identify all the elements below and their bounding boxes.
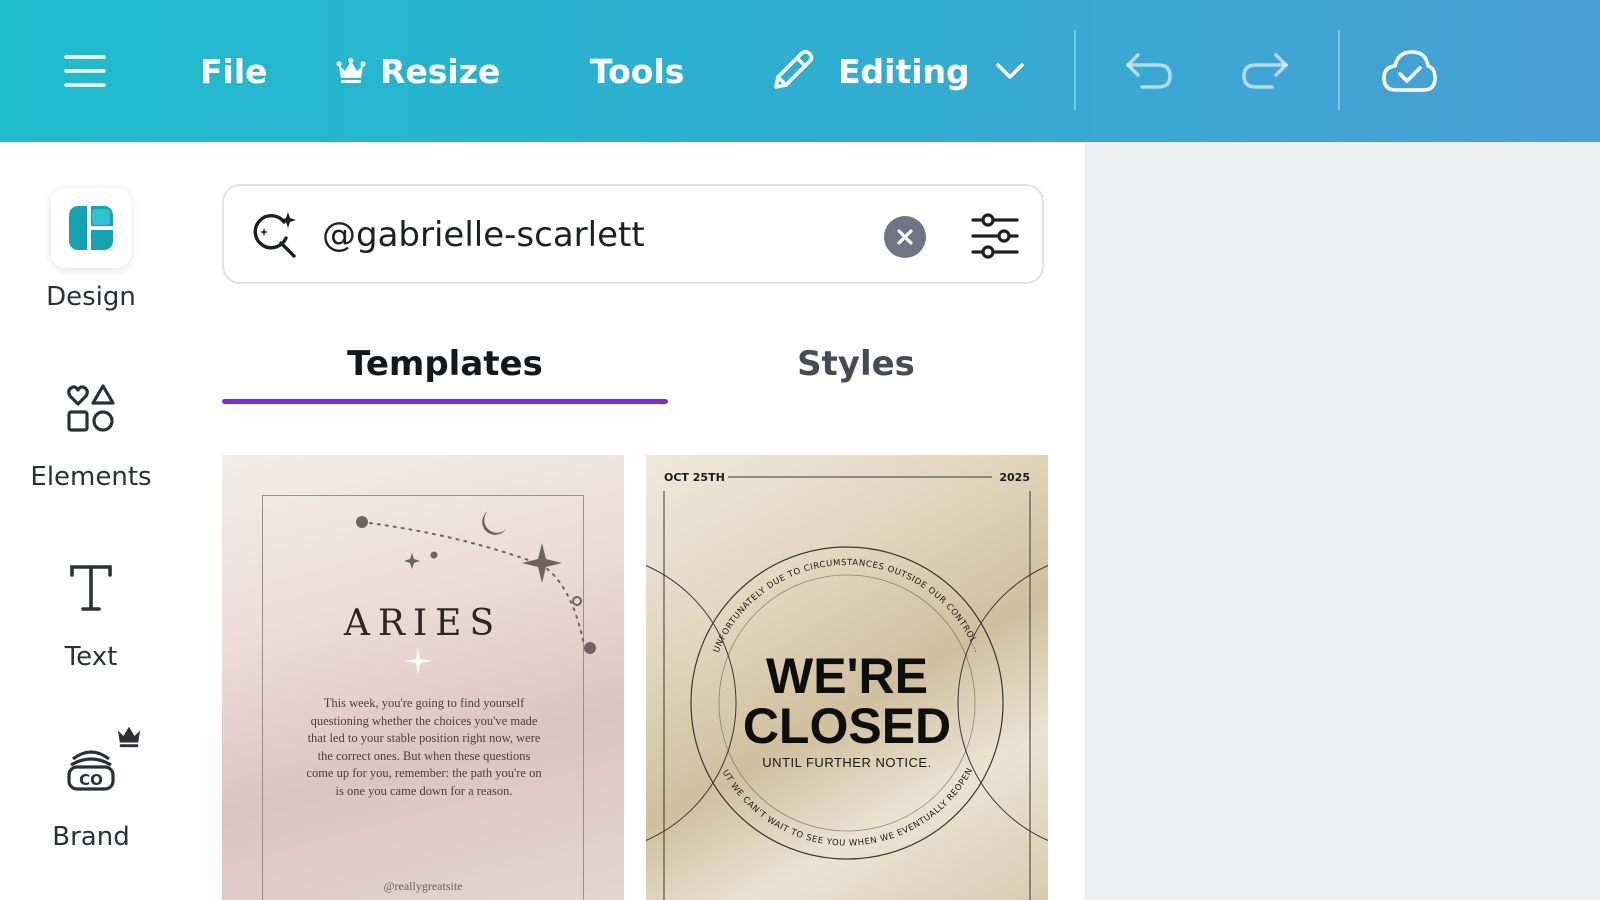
tab-templates[interactable]: Templates — [222, 322, 668, 406]
redo-button[interactable] — [1240, 0, 1290, 142]
menu-button[interactable] — [64, 0, 116, 142]
sidebar-item-label: Design — [46, 282, 136, 312]
template-card-closed[interactable]: UNFORTUNATELY DUE TO CIRCUMSTANCES OUTSI… — [646, 455, 1048, 900]
template-subline: UNTIL FURTHER NOTICE. — [762, 755, 932, 770]
active-tab-indicator — [222, 399, 668, 404]
arc-top-text: UNFORTUNATELY DUE TO CIRCUMSTANCES OUTSI… — [712, 558, 982, 654]
tools-menu-button[interactable]: Tools — [590, 0, 684, 142]
filter-sliders-icon — [970, 212, 1020, 260]
resize-label: Resize — [380, 51, 501, 91]
editing-label: Editing — [838, 51, 970, 91]
sidebar-item-elements[interactable]: Elements — [0, 368, 182, 492]
design-icon-container — [51, 188, 131, 268]
file-label: File — [200, 51, 268, 91]
redo-icon — [1240, 51, 1290, 91]
headline-line-1: WE'RE — [766, 648, 928, 704]
template-body-text: This week, you're going to find yourself… — [306, 696, 542, 798]
text-icon — [68, 563, 114, 613]
resize-button[interactable]: Resize — [336, 0, 500, 142]
clear-search-button[interactable] — [884, 216, 926, 258]
search-input[interactable] — [322, 208, 852, 262]
template-card-aries[interactable]: ARIES This week, you're going to find yo… — [222, 455, 624, 900]
pencil-icon — [768, 47, 816, 95]
template-handle: @reallygreatsite — [383, 879, 463, 893]
constellation-decoration — [356, 511, 596, 675]
toolbar-divider — [1338, 30, 1340, 110]
undo-icon — [1124, 51, 1174, 91]
chevron-down-icon — [994, 61, 1026, 81]
sidebar-item-text[interactable]: Text — [0, 548, 182, 672]
clear-icon — [896, 228, 914, 246]
svg-text:CO: CO — [79, 771, 103, 789]
toolbar-divider — [1074, 30, 1076, 110]
canvas-area[interactable] — [1086, 142, 1600, 900]
crown-icon — [115, 724, 143, 748]
cloud-check-icon — [1380, 48, 1438, 94]
svg-text:UNFORTUNATELY DUE TO CIRCUMSTA: UNFORTUNATELY DUE TO CIRCUMSTANCES OUTSI… — [712, 558, 982, 654]
design-layout-icon — [67, 204, 115, 252]
text-icon-container — [51, 548, 131, 628]
tools-label: Tools — [590, 51, 685, 91]
brand-icon-container: CO — [51, 726, 141, 808]
hamburger-menu-icon — [64, 53, 106, 89]
editing-mode-dropdown[interactable]: Editing — [768, 0, 1026, 142]
sidebar-item-design[interactable]: Design — [0, 188, 182, 312]
sidebar-item-label: Elements — [30, 462, 152, 492]
filter-button[interactable] — [970, 212, 1020, 260]
file-menu-button[interactable]: File — [200, 0, 268, 142]
magic-search-icon[interactable] — [248, 210, 300, 266]
sidebar-item-brand[interactable]: CO Brand — [0, 726, 182, 852]
left-sidebar: Design Elements Text CO Brand — [0, 142, 182, 900]
undo-button[interactable] — [1124, 0, 1174, 142]
top-toolbar: File Resize Tools Editing — [0, 0, 1600, 142]
tab-styles[interactable]: Styles — [668, 322, 1044, 406]
shapes-icon — [66, 383, 116, 433]
sidebar-item-label: Text — [64, 642, 118, 672]
sidebar-item-label: Brand — [52, 822, 130, 852]
brand-kit-icon: CO — [65, 743, 117, 793]
template-date: OCT 25TH — [664, 471, 725, 484]
headline-line-2: CLOSED — [742, 698, 952, 754]
template-year: 2025 — [999, 471, 1030, 484]
template-title: ARIES — [343, 603, 503, 644]
template-headline: WE'RE CLOSED — [646, 651, 1048, 751]
search-box — [222, 184, 1044, 284]
crown-icon — [336, 58, 366, 84]
elements-icon-container — [51, 368, 131, 448]
save-status-button[interactable] — [1380, 0, 1438, 142]
